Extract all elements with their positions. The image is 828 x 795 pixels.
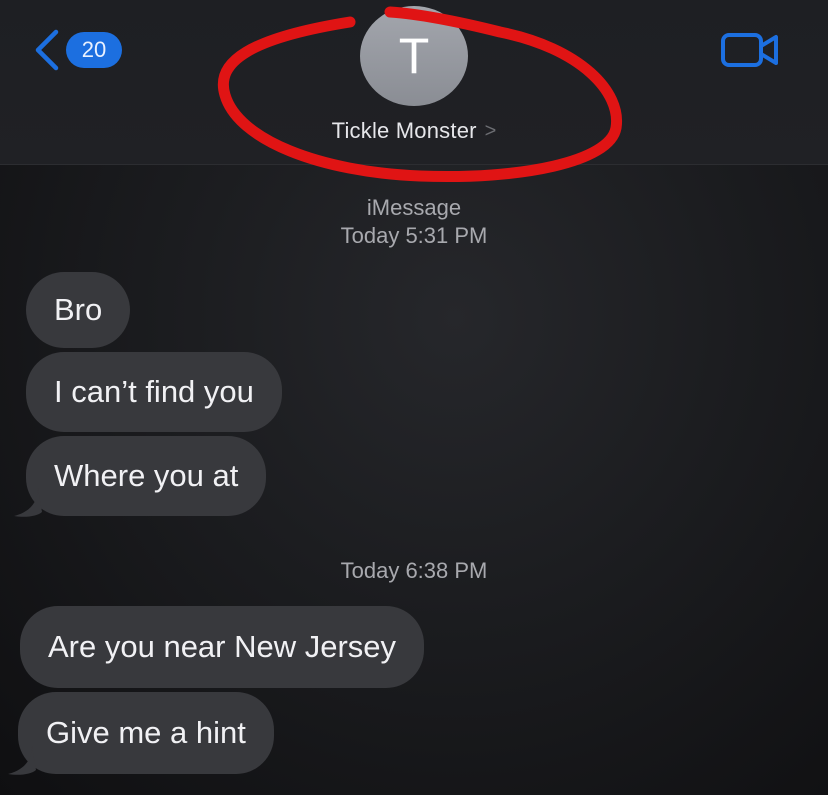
chevron-right-icon: > (484, 119, 497, 142)
video-camera-icon (721, 33, 778, 67)
service-label: iMessage (366, 195, 462, 220)
timestamp: Today 6:38 PM (340, 558, 488, 583)
unread-count-badge: 20 (66, 32, 122, 68)
chevron-left-icon (35, 29, 59, 71)
contact-name: Tickle Monster (331, 118, 477, 143)
received-message[interactable]: Are you near New Jersey (20, 606, 425, 688)
contact-name-button[interactable]: Tickle Monster > (0, 118, 828, 144)
conversation-header: 20 T Tickle Monster > (0, 0, 828, 165)
timestamp: Today 5:31 PM (340, 223, 488, 248)
bubble-tail (8, 746, 36, 775)
received-message[interactable]: Where you at (26, 436, 267, 516)
avatar-initial: T (398, 28, 430, 84)
bubble-tail (14, 488, 42, 517)
received-message[interactable]: Give me a hint (18, 692, 274, 774)
facetime-video-button[interactable] (720, 30, 780, 70)
contact-avatar[interactable]: T (360, 6, 468, 106)
conversation-screen: 20 T Tickle Monster > iMessage Today 5:3… (0, 0, 828, 795)
back-button[interactable]: 20 (32, 28, 122, 72)
received-message[interactable]: Bro (26, 272, 131, 348)
received-message[interactable]: I can’t find you (26, 352, 282, 432)
